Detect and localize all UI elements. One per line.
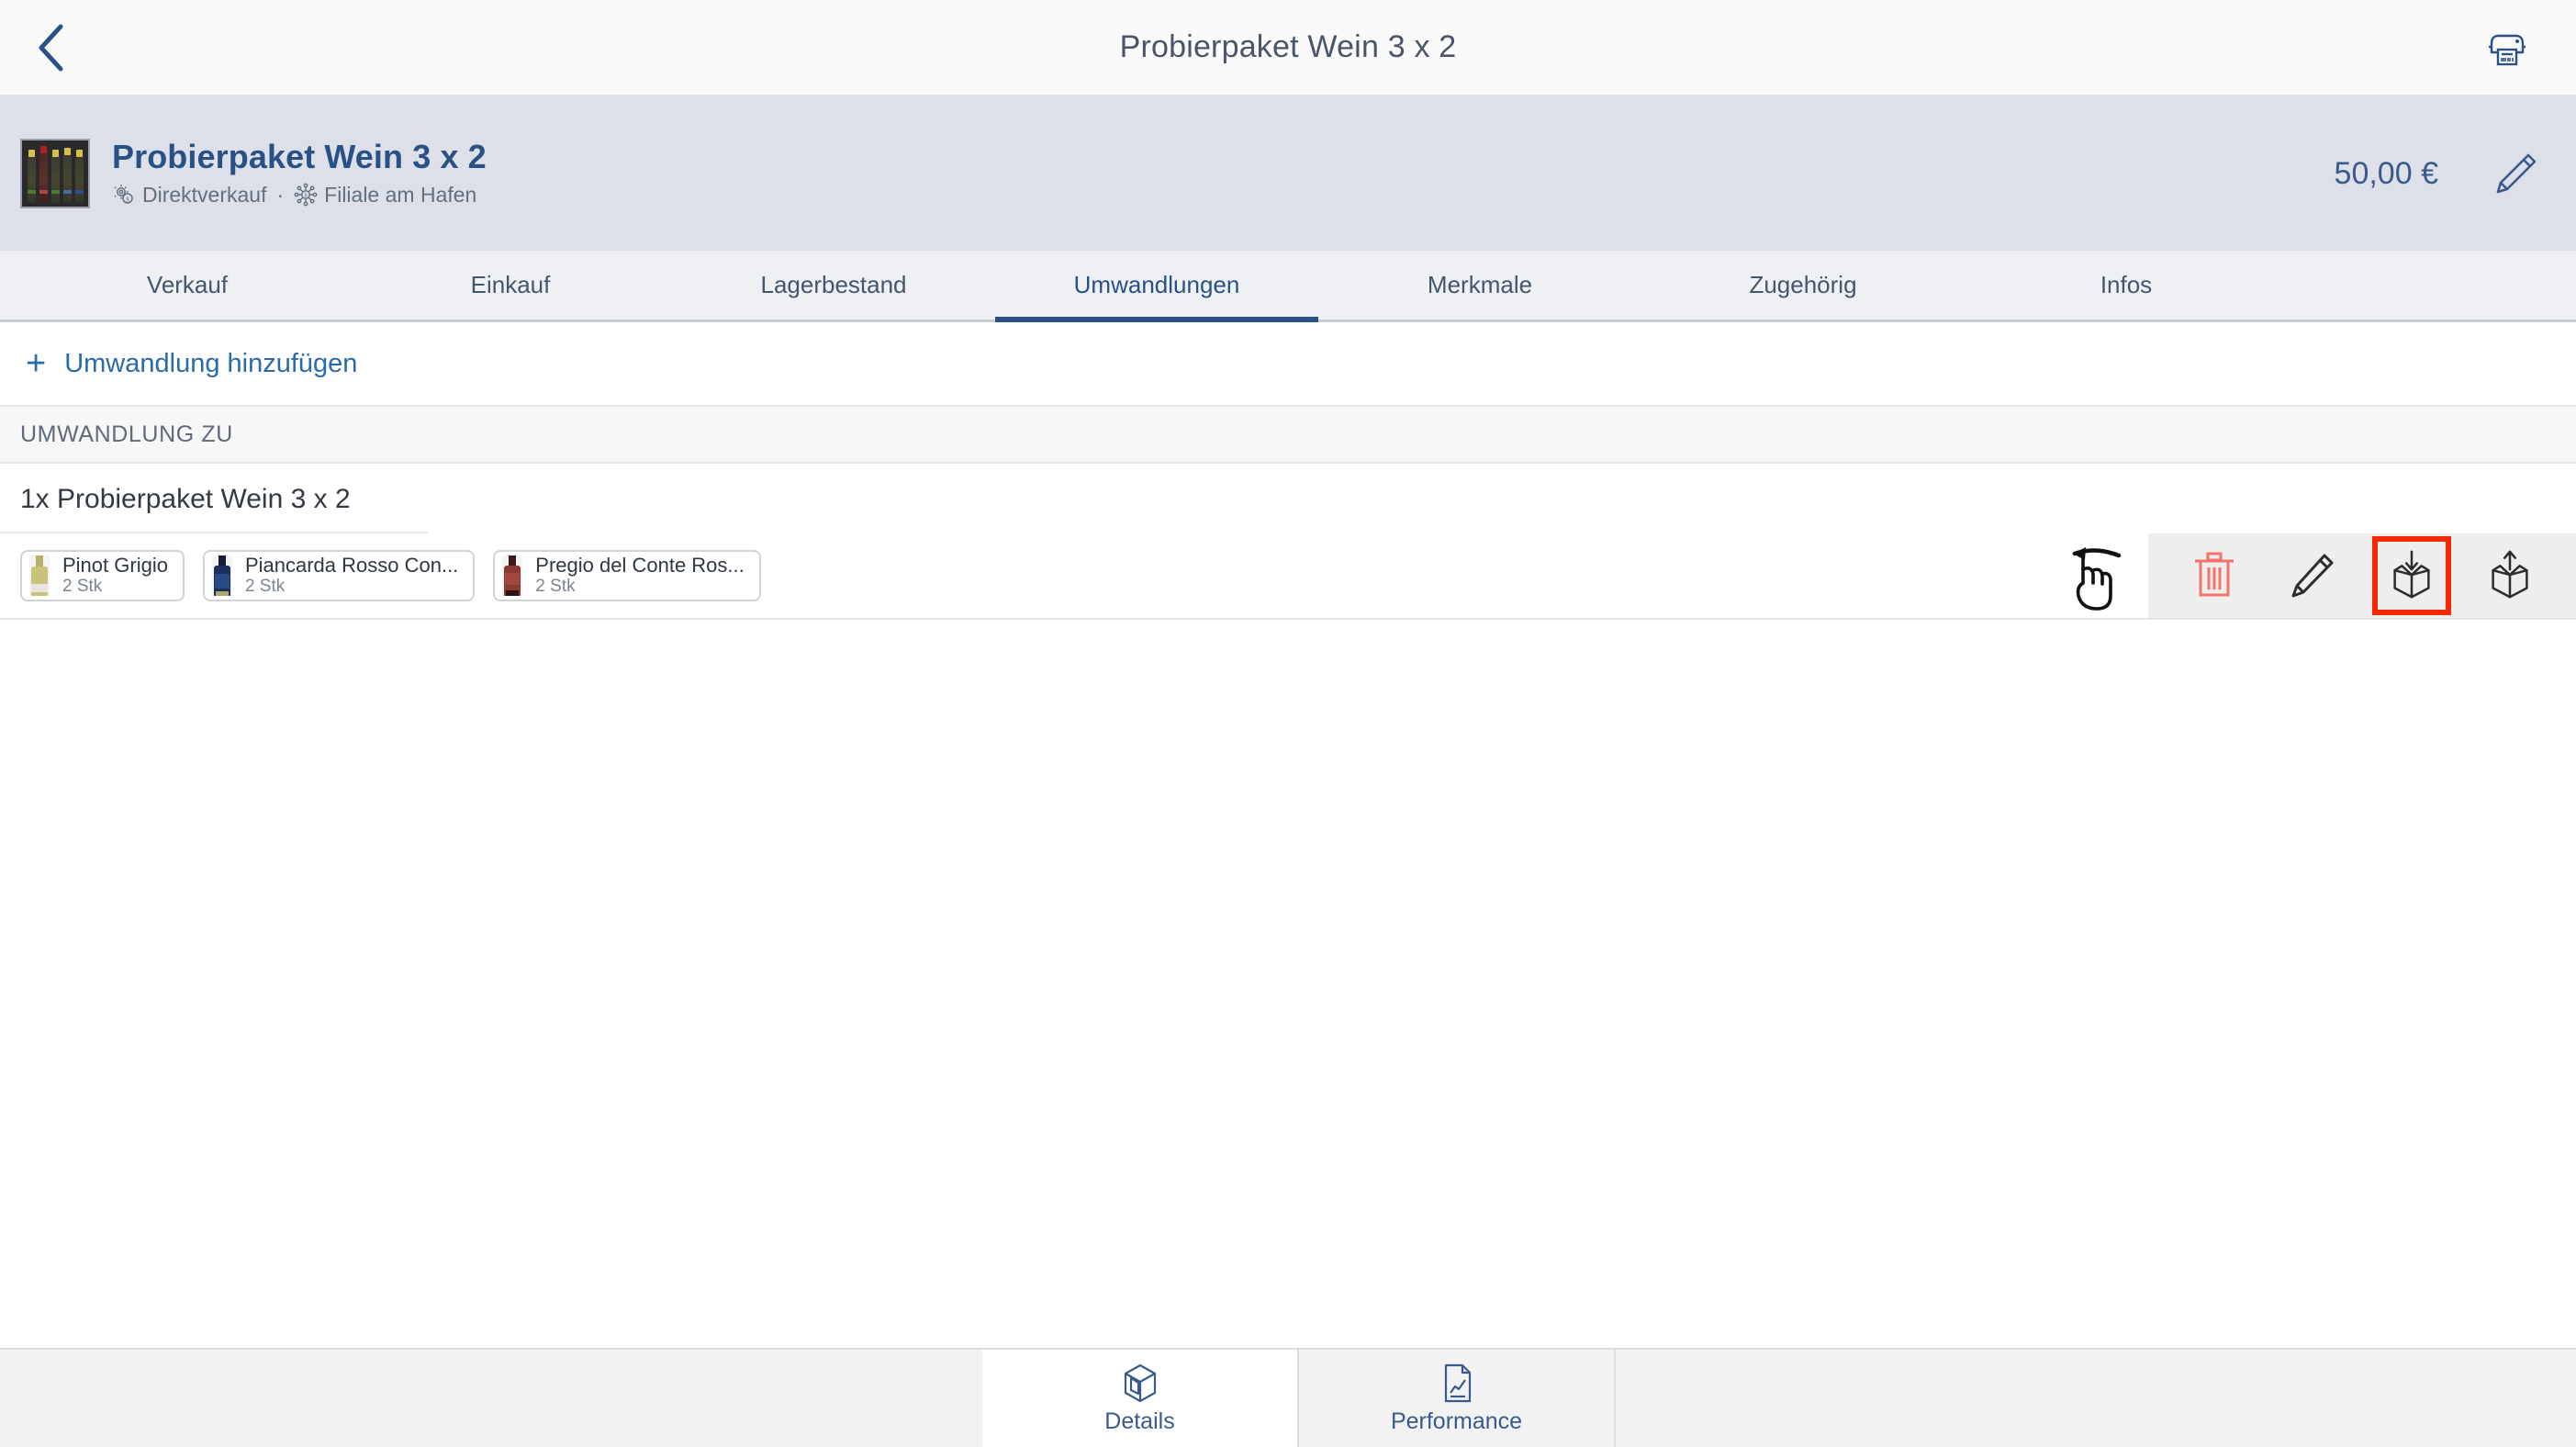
- gear-coin-icon: $: [114, 185, 133, 205]
- tab-label: Einkauf: [470, 271, 551, 298]
- chart-document-icon: [1444, 1363, 1471, 1402]
- object-subtitle: $ Direktverkauf · $ Filiale am Hafen: [112, 183, 2335, 208]
- back-button[interactable]: [0, 0, 101, 95]
- tab-umwandlungen[interactable]: Umwandlungen: [995, 251, 1318, 322]
- object-header-text: Probierpaket Wein 3 x 2 $ Direktverkauf …: [112, 140, 2335, 208]
- tab-merkmale[interactable]: Merkmale: [1318, 251, 1641, 320]
- subtitle-separator: ·: [276, 182, 285, 207]
- pencil-icon: [2496, 153, 2537, 194]
- row-action-panel: [2148, 533, 2576, 618]
- tab-einkauf[interactable]: Einkauf: [349, 251, 672, 320]
- cube-icon: [1124, 1363, 1156, 1402]
- chip-text: Pregio del Conte Ros... 2 Stk: [535, 554, 744, 598]
- component-chip[interactable]: Piancarda Rosso Con... 2 Stk: [202, 550, 476, 601]
- top-bar: Probierpaket Wein 3 x 2: [0, 0, 2576, 96]
- chip-text: Pinot Grigio 2 Stk: [62, 554, 168, 598]
- add-conversion-button[interactable]: + Umwandlung hinzufügen: [0, 322, 2576, 407]
- component-chip[interactable]: Pregio del Conte Ros... 2 Stk: [493, 550, 761, 601]
- plus-icon: +: [26, 344, 47, 383]
- pencil-icon: [2291, 554, 2334, 598]
- printer-icon: [2489, 34, 2526, 65]
- bottle-thumbnail: [29, 555, 50, 596]
- tab-label: Umwandlungen: [1073, 271, 1240, 298]
- content-empty-area: [0, 620, 2576, 1348]
- tab-label: Lagerbestand: [760, 271, 907, 298]
- bottom-nav-label: Details: [1104, 1408, 1175, 1434]
- tab-zugehoerig[interactable]: Zugehörig: [1641, 251, 1965, 320]
- component-name: Pregio del Conte Ros...: [535, 553, 745, 577]
- sales-channel-label: Direktverkauf: [142, 182, 267, 207]
- component-qty: 2 Stk: [244, 577, 286, 597]
- edit-conversion-button[interactable]: [2273, 536, 2352, 615]
- component-qty: 2 Stk: [535, 577, 576, 597]
- page-title: Probierpaket Wein 3 x 2: [1119, 29, 1457, 64]
- trash-icon: [2194, 552, 2234, 597]
- location-label: Filiale am Hafen: [324, 182, 477, 207]
- bottle-thumbnail: [211, 555, 232, 596]
- unpack-conversion-button[interactable]: [2470, 536, 2549, 615]
- tab-label: Zugehörig: [1749, 271, 1857, 298]
- bottle-thumbnail: [502, 555, 523, 596]
- print-button[interactable]: [2466, 0, 2548, 96]
- object-header: Probierpaket Wein 3 x 2 $ Direktverkauf …: [0, 96, 2576, 251]
- tab-verkauf[interactable]: Verkauf: [26, 251, 349, 320]
- component-chip[interactable]: Pinot Grigio 2 Stk: [20, 550, 185, 601]
- box-arrow-down-icon: [2393, 550, 2430, 599]
- object-title: Probierpaket Wein 3 x 2: [112, 138, 487, 176]
- svg-text:$: $: [126, 196, 129, 204]
- tab-label: Infos: [2100, 271, 2153, 298]
- bottom-nav-performance[interactable]: Performance: [1299, 1350, 1616, 1447]
- tab-infos[interactable]: Infos: [1965, 251, 2288, 320]
- conversion-body: Pinot Grigio 2 Stk Piancarda Rosso Con..…: [0, 533, 2576, 618]
- component-chip-list: Pinot Grigio 2 Stk Piancarda Rosso Con..…: [0, 533, 2148, 618]
- edit-object-button[interactable]: [2481, 140, 2548, 208]
- bottom-nav-label: Performance: [1390, 1408, 1523, 1434]
- tab-lagerbestand[interactable]: Lagerbestand: [672, 251, 995, 320]
- box-arrow-up-icon: [2492, 550, 2528, 599]
- product-thumbnail: [20, 139, 90, 208]
- conversion-card: 1x Probierpaket Wein 3 x 2 Pinot Grigio …: [0, 464, 2576, 620]
- chip-text: Piancarda Rosso Con... 2 Stk: [245, 554, 458, 598]
- chevron-left-icon: [39, 24, 63, 71]
- conversion-title: 1x Probierpaket Wein 3 x 2: [0, 464, 428, 533]
- delete-conversion-button[interactable]: [2175, 536, 2254, 615]
- tab-label: Verkauf: [146, 271, 229, 298]
- pack-conversion-button[interactable]: [2371, 536, 2451, 615]
- tab-bar: Verkauf Einkauf Lagerbestand Umwandlunge…: [0, 251, 2576, 322]
- object-price: 50,00 €: [2334, 155, 2438, 191]
- add-conversion-label: Umwandlung hinzufügen: [64, 348, 358, 378]
- app-root: Probierpaket Wein 3 x 2 Probierpaket Wei…: [0, 0, 2576, 1447]
- swipe-left-hand-icon: [2072, 547, 2122, 611]
- component-name: Pinot Grigio: [62, 553, 168, 577]
- bottom-nav-details[interactable]: Details: [982, 1350, 1299, 1447]
- component-name: Piancarda Rosso Con...: [244, 553, 459, 577]
- bottom-navigation: Details Performance: [0, 1348, 2576, 1447]
- component-qty: 2 Stk: [62, 577, 103, 597]
- tab-label: Merkmale: [1427, 271, 1533, 298]
- network-hub-icon: $: [294, 183, 318, 207]
- section-header: UMWANDLUNG ZU: [0, 407, 2576, 464]
